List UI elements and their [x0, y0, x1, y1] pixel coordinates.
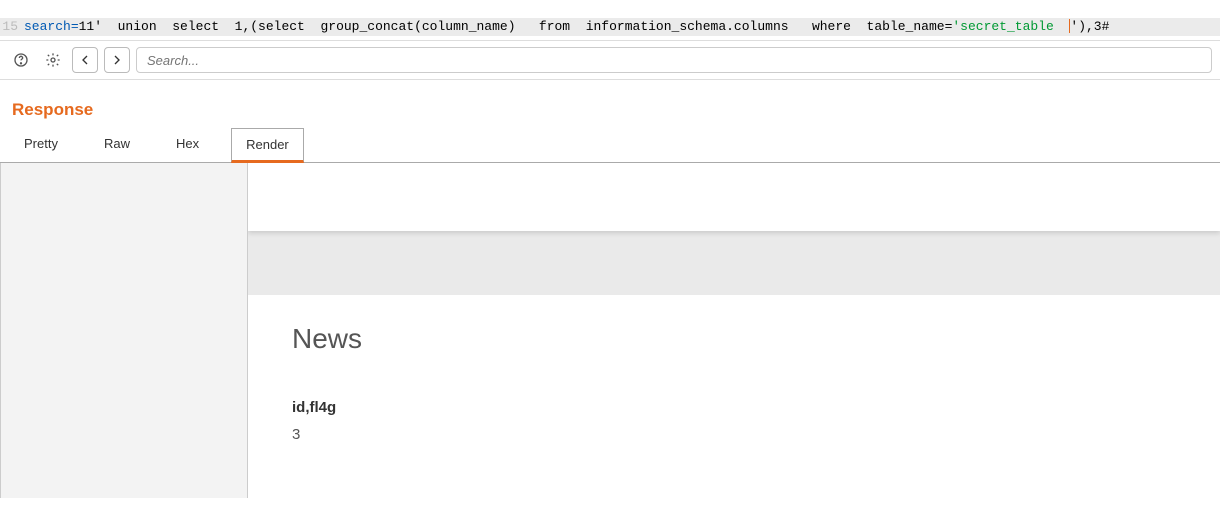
code-token: 11' union select 1,(select group_concat(… — [79, 19, 953, 34]
render-main: News id,fl4g 3 — [248, 163, 1220, 498]
help-button[interactable] — [8, 47, 34, 73]
tab-raw[interactable]: Raw — [90, 128, 144, 162]
code-token: search — [24, 19, 71, 34]
line-number: 15 — [0, 18, 24, 36]
editor-line-active: 15search=11' union select 1,(select grou… — [0, 18, 1220, 36]
render-viewport: News id,fl4g 3 — [0, 163, 1220, 498]
code-token: '),3# — [1070, 19, 1109, 34]
request-editor[interactable]: 14 15search=11' union select 1,(select g… — [0, 0, 1220, 36]
settings-button[interactable] — [40, 47, 66, 73]
prev-button[interactable] — [72, 47, 98, 73]
render-sidebar — [1, 163, 248, 498]
render-header-strip — [248, 163, 1220, 231]
render-content-card: News id,fl4g 3 — [248, 295, 1220, 498]
editor-line: 14 — [0, 0, 1220, 18]
result-columns: id,fl4g — [292, 399, 1176, 416]
next-button[interactable] — [104, 47, 130, 73]
page-heading: News — [292, 323, 1176, 355]
search-toolbar — [0, 40, 1220, 80]
code-token: 'secret_table — [952, 19, 1069, 34]
tab-pretty[interactable]: Pretty — [10, 128, 72, 162]
response-tabs: Pretty Raw Hex Render — [0, 128, 1220, 163]
tab-hex[interactable]: Hex — [162, 128, 213, 162]
tab-render[interactable]: Render — [231, 128, 304, 163]
response-section-title: Response — [0, 80, 1220, 128]
code-token: = — [71, 19, 79, 34]
result-value: 3 — [292, 426, 1176, 443]
search-input[interactable] — [136, 47, 1212, 73]
